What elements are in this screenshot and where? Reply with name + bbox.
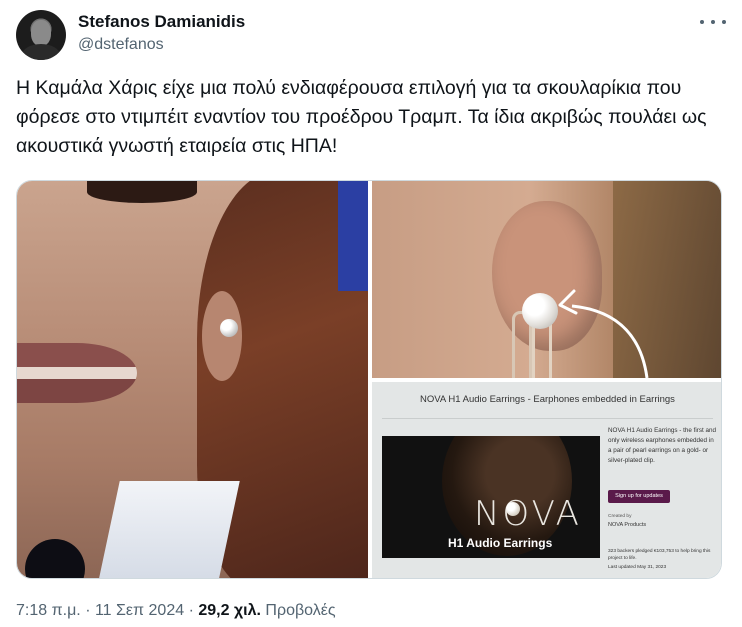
tweet-date[interactable]: 11 Σεπ 2024 — [95, 602, 184, 619]
author-handle[interactable]: @dstefanos — [78, 36, 164, 54]
avatar-shoulders — [22, 44, 60, 60]
media-grid: NOVA H1 Audio Earrings - Earphones embed… — [16, 180, 722, 579]
signup-button[interactable]: Sign up for updates — [608, 490, 670, 503]
avatar[interactable] — [16, 10, 66, 60]
backers-text: 323 backers pledged €103,753 to help bri… — [608, 549, 711, 561]
photo-ear-closeup[interactable] — [372, 181, 721, 378]
tweet-text: Η Καμάλα Χάρις είχε μια πολύ ενδιαφέρουσ… — [16, 77, 707, 157]
nova-logo: NOVA — [474, 494, 582, 534]
tweet-time[interactable]: 7:18 π.μ. — [16, 602, 81, 619]
views-label: Προβολές — [265, 602, 336, 619]
photo-product-page[interactable]: NOVA H1 Audio Earrings - Earphones embed… — [372, 382, 721, 578]
pearl-earring — [220, 319, 238, 337]
product-image: NOVA H1 Audio Earrings — [382, 436, 600, 558]
photo-harris-closeup[interactable] — [17, 181, 368, 578]
more-icon[interactable] — [700, 12, 726, 32]
product-page-title: NOVA H1 Audio Earrings - Earphones embed… — [420, 394, 675, 405]
last-updated-text: Last updated May 31, 2023 — [608, 565, 667, 570]
author-name[interactable]: Stefanos Damianidis — [78, 12, 245, 32]
nova-logo-sub: H1 Audio Earrings — [448, 536, 553, 550]
tweet-meta: 7:18 π.μ. · 11 Σεπ 2024 · 29,2 χιλ. Προβ… — [16, 602, 336, 620]
avatar-face — [31, 20, 51, 46]
tweet-header: Stefanos Damianidis @dstefanos — [16, 10, 726, 62]
company-name: NOVA Products — [608, 522, 647, 528]
curved-arrow-icon — [558, 289, 649, 378]
meta-separator: · — [85, 602, 91, 619]
views-count: 29,2 χιλ. — [198, 602, 261, 619]
meta-separator: · — [188, 602, 194, 619]
product-description: NOVA H1 Audio Earrings - the first and o… — [608, 427, 717, 464]
microphone — [25, 539, 85, 578]
created-by-label: Created by — [608, 514, 632, 519]
